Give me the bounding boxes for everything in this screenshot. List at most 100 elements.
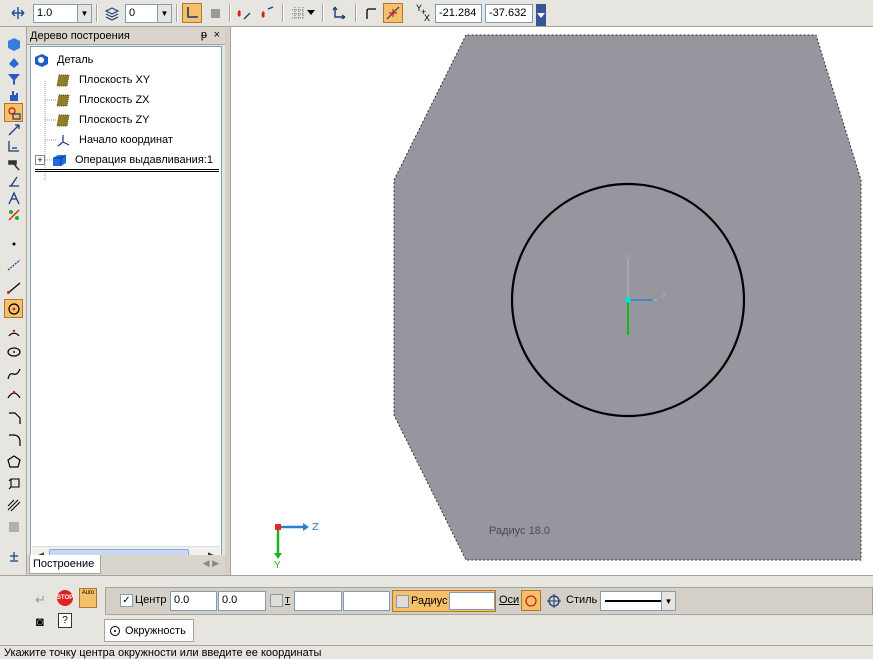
close-icon[interactable]: × <box>214 29 220 41</box>
segment-icon[interactable] <box>4 278 23 297</box>
circle-tool-icon[interactable] <box>4 299 23 318</box>
chevron-down-icon[interactable]: ▼ <box>77 5 91 22</box>
radius-field[interactable] <box>449 592 495 610</box>
drawing-canvas[interactable]: Y X Z Y Радиус 18.0 <box>230 27 873 575</box>
center-x-value: 0.0 <box>174 594 190 606</box>
point-label: т <box>285 594 291 606</box>
point-y-field[interactable] <box>343 591 390 611</box>
bezier-icon[interactable] <box>4 385 23 404</box>
arc-icon[interactable] <box>4 321 23 340</box>
tree-item-origin[interactable]: Начало координат <box>55 131 173 149</box>
dimension-icon[interactable] <box>4 136 23 155</box>
tab-nav-icon[interactable]: ◀ ▶ <box>203 558 219 569</box>
tree-item-label: Деталь <box>57 54 94 66</box>
variables-icon[interactable] <box>4 205 23 224</box>
help-icon[interactable]: ? <box>58 613 72 628</box>
chevron-down-icon[interactable]: ▼ <box>661 592 675 610</box>
property-fields: ✓ Центр 0.0 0.0 т Радиус Оси Стиль ▼ <box>105 587 873 615</box>
layer-value: 0 <box>129 7 136 19</box>
center-x-field[interactable]: 0.0 <box>170 591 217 611</box>
separator <box>176 4 178 22</box>
snap-points-icon[interactable] <box>383 3 403 23</box>
origin-axes-icon <box>55 132 71 148</box>
tree-item-extrusion[interactable]: + Операция выдавливания:1 <box>35 151 213 169</box>
grey-box-icon[interactable] <box>4 517 23 536</box>
chevron-down-icon[interactable] <box>305 3 317 23</box>
plane-icon <box>55 112 71 128</box>
style-combo[interactable]: ▼ <box>600 591 676 611</box>
separator <box>229 4 231 22</box>
tree-item-plane-zy[interactable]: Плоскость ZY <box>55 111 150 129</box>
magnet-icon[interactable] <box>234 3 254 23</box>
pin-icon[interactable]: ᵽ <box>201 29 207 41</box>
separator <box>355 4 357 22</box>
chamfer-icon[interactable] <box>4 408 23 427</box>
export-icon[interactable] <box>4 545 23 564</box>
tab-label: Окружность <box>125 624 186 637</box>
radius-checkbox[interactable] <box>396 595 409 608</box>
point-x-field[interactable] <box>294 591 342 611</box>
auxiliary-line-icon[interactable] <box>4 255 23 274</box>
status-bar: Укажите точку центра окружности или введ… <box>0 645 873 659</box>
no-axes-icon[interactable] <box>521 590 541 611</box>
style-label: Стиль <box>566 594 598 606</box>
center-y-field[interactable]: 0.0 <box>218 591 266 611</box>
expand-icon[interactable]: + <box>35 155 45 165</box>
chevron-down-icon[interactable]: ▼ <box>157 5 171 22</box>
corner-z-label: Z <box>312 522 319 533</box>
with-axes-icon[interactable] <box>544 590 564 611</box>
camera-icon[interactable]: ◙ <box>36 614 44 629</box>
coord-x-value: -21.284 <box>439 7 477 19</box>
tree-end-marker <box>35 169 219 172</box>
local-cs-icon[interactable] <box>329 3 349 23</box>
auto-button[interactable]: Auto <box>79 588 97 608</box>
hatch-icon[interactable] <box>4 495 23 514</box>
center-checkbox[interactable]: ✓ <box>120 594 133 607</box>
tree-item-plane-zx[interactable]: Плоскость ZX <box>55 91 150 109</box>
coord-x-field[interactable]: -21.284 <box>435 4 482 23</box>
polygon-icon[interactable] <box>4 452 23 471</box>
model-tree-panel: Дерево построения ᵽ × Деталь Плоскость X… <box>27 27 225 575</box>
layer-combo[interactable]: 0 ▼ <box>125 4 172 23</box>
projection-icon[interactable] <box>4 473 23 492</box>
tree-item-label: Начало координат <box>79 134 173 146</box>
scale-value: 1.0 <box>37 7 53 19</box>
ortho-mode-icon[interactable] <box>182 3 202 23</box>
radius-group[interactable]: Радиус <box>392 590 496 612</box>
fillet-tool-icon[interactable] <box>4 430 23 449</box>
ellipse-icon[interactable] <box>4 342 23 361</box>
coord-label-x: X <box>424 13 431 23</box>
part-icon[interactable] <box>4 34 23 53</box>
center-y-value: 0.0 <box>222 594 238 606</box>
corner-origin <box>275 524 281 530</box>
toolbar-overflow-icon[interactable] <box>536 4 546 26</box>
coord-label: Y + X <box>416 4 430 24</box>
tree-tab-strip: Построение ◀ ▶ <box>27 555 225 575</box>
point-checkbox[interactable] <box>270 594 283 607</box>
spline-icon[interactable] <box>4 364 23 383</box>
tab-construction[interactable]: Построение <box>29 555 101 574</box>
circle-tab-icon <box>110 625 120 636</box>
line-style-preview <box>605 600 661 602</box>
tab-circle[interactable]: Окружность <box>104 619 194 642</box>
tree-item-plane-xy[interactable]: Плоскость XY <box>55 71 150 89</box>
radius-label: Радиус <box>411 595 448 607</box>
point-icon[interactable] <box>4 234 23 253</box>
separator <box>282 4 284 22</box>
radius-hint: Радиус 18.0 <box>489 525 550 537</box>
coord-y-field[interactable]: -37.632 <box>485 4 533 23</box>
separator <box>322 4 324 22</box>
enter-icon[interactable]: ↵ <box>35 592 46 608</box>
tree-item-label: Плоскость ZY <box>79 114 150 126</box>
tree-item-part[interactable]: Деталь <box>33 51 93 69</box>
step-cursor-icon[interactable] <box>8 3 28 23</box>
scale-combo[interactable]: 1.0 ▼ <box>33 4 92 23</box>
tree-item-label: Операция выдавливания:1 <box>75 154 213 166</box>
magnet-snap-icon[interactable] <box>257 3 277 23</box>
shaded-box-icon[interactable] <box>205 3 225 23</box>
axes-label: Оси <box>499 594 520 606</box>
layers-icon[interactable] <box>102 3 122 23</box>
fillet-icon[interactable] <box>361 3 381 23</box>
stop-button[interactable]: STOP <box>57 590 73 606</box>
corner-y-label: Y <box>274 560 281 571</box>
